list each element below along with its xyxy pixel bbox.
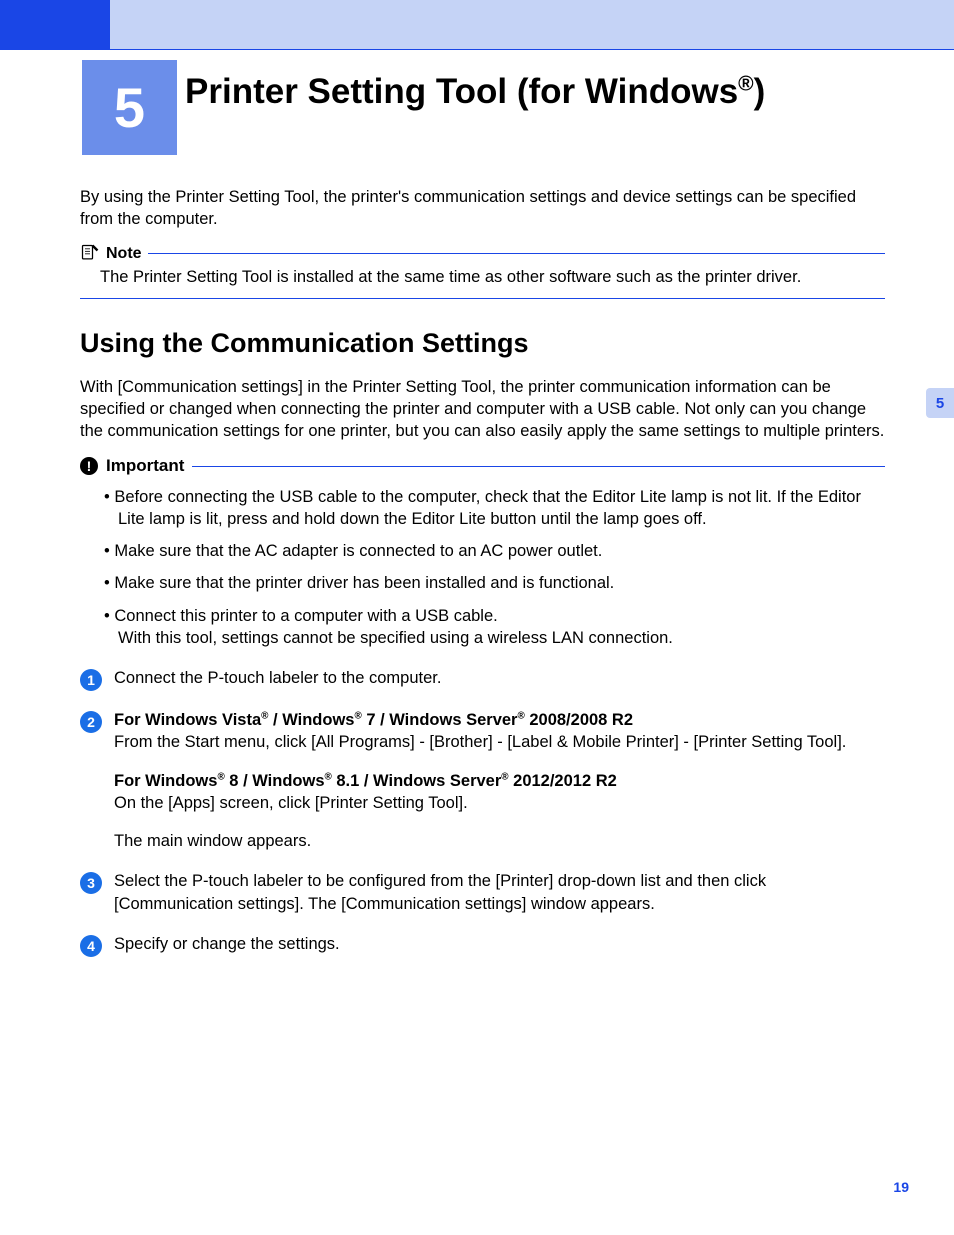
step-body: Connect the P-touch labeler to the compu… <box>114 667 885 691</box>
note-header: Note <box>80 243 885 265</box>
step-2-heading-a: For Windows Vista® / Windows® 7 / Window… <box>114 709 885 731</box>
intro-paragraph: By using the Printer Setting Tool, the p… <box>80 186 885 231</box>
step-number-badge: 4 <box>80 935 102 957</box>
chapter-number-box: 5 <box>82 60 177 155</box>
chapter-title-post: ) <box>754 72 766 111</box>
header-accent-light <box>110 0 954 50</box>
step-3: 3 Select the P-touch labeler to be confi… <box>80 870 885 915</box>
step-body: For Windows Vista® / Windows® 7 / Window… <box>114 709 885 852</box>
important-label: Important <box>106 455 184 478</box>
step-number-badge: 3 <box>80 872 102 894</box>
step-body: Specify or change the settings. <box>114 933 885 957</box>
chapter-title-reg: ® <box>738 72 753 95</box>
important-header: ! Important <box>80 455 885 478</box>
important-item: Make sure that the AC adapter is connect… <box>104 540 885 562</box>
note-label: Note <box>106 243 142 265</box>
chapter-title-pre: Printer Setting Tool (for Windows <box>185 72 738 111</box>
note-icon <box>80 243 100 263</box>
step-2-body-c: The main window appears. <box>114 830 885 852</box>
note-rule-top <box>148 253 885 254</box>
important-item: Connect this printer to a computer with … <box>104 605 885 650</box>
step-2-body-b: On the [Apps] screen, click [Printer Set… <box>114 792 885 814</box>
important-item: Make sure that the printer driver has be… <box>104 572 885 594</box>
step-2: 2 For Windows Vista® / Windows® 7 / Wind… <box>80 709 885 852</box>
note-block: Note The Printer Setting Tool is install… <box>80 243 885 300</box>
section-title: Using the Communication Settings <box>80 325 885 361</box>
chapter-number: 5 <box>114 75 145 140</box>
step-body: Select the P-touch labeler to be configu… <box>114 870 885 915</box>
step-number-badge: 2 <box>80 711 102 733</box>
important-item-text: Connect this printer to a computer with … <box>114 607 673 647</box>
step-2-body-a: From the Start menu, click [All Programs… <box>114 731 885 753</box>
important-rule <box>192 466 885 467</box>
side-tab-chapter: 5 <box>926 388 954 418</box>
step-1: 1 Connect the P-touch labeler to the com… <box>80 667 885 691</box>
note-rule-bottom <box>80 298 885 299</box>
chapter-title: Printer Setting Tool (for Windows®) <box>185 72 765 112</box>
important-block: ! Important Before connecting the USB ca… <box>80 455 885 650</box>
important-item: Before connecting the USB cable to the c… <box>104 486 885 531</box>
header-accent-dark <box>0 0 110 50</box>
step-4: 4 Specify or change the settings. <box>80 933 885 957</box>
page-number: 19 <box>893 1179 909 1195</box>
page-content: By using the Printer Setting Tool, the p… <box>80 186 885 975</box>
steps-list: 1 Connect the P-touch labeler to the com… <box>80 667 885 957</box>
section-intro: With [Communication settings] in the Pri… <box>80 376 885 443</box>
side-tab-number: 5 <box>936 395 944 412</box>
important-list: Before connecting the USB cable to the c… <box>80 486 885 650</box>
step-2-heading-b: For Windows® 8 / Windows® 8.1 / Windows … <box>114 770 885 792</box>
step-number-badge: 1 <box>80 669 102 691</box>
important-icon: ! <box>80 457 98 475</box>
note-body: The Printer Setting Tool is installed at… <box>80 266 885 288</box>
